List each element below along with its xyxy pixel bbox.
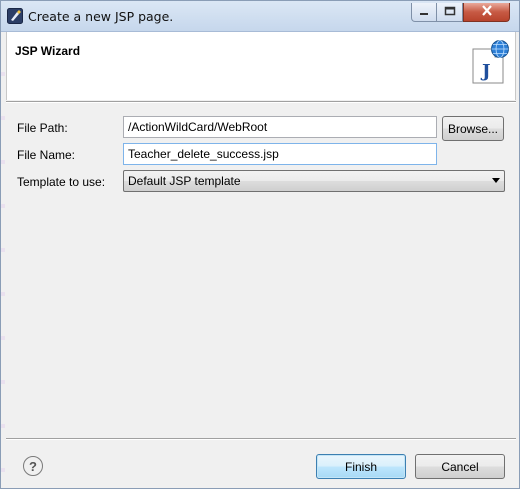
eclipse-wizard-icon <box>7 8 23 24</box>
template-selected-value: Default JSP template <box>128 174 241 188</box>
minimize-icon <box>419 5 429 19</box>
chevron-down-icon <box>492 178 500 183</box>
file-path-field[interactable]: /ActionWildCard/WebRoot <box>123 116 437 138</box>
browse-button[interactable]: Browse... <box>442 116 504 141</box>
footer-separator <box>6 438 516 440</box>
cancel-button[interactable]: Cancel <box>415 454 505 479</box>
file-name-field[interactable]: Teacher_delete_success.jsp <box>123 143 437 165</box>
minimize-button[interactable] <box>411 3 437 22</box>
window-frame-edge <box>1 32 5 487</box>
finish-button[interactable]: Finish <box>316 454 406 479</box>
file-path-label: File Path: <box>17 121 68 135</box>
close-button[interactable] <box>463 3 510 22</box>
maximize-button[interactable] <box>437 3 463 22</box>
maximize-icon <box>444 5 456 19</box>
template-label: Template to use: <box>17 175 106 189</box>
close-icon <box>481 5 493 19</box>
window-title: Create a new JSP page. <box>28 9 174 24</box>
jsp-file-icon: J <box>469 39 511 85</box>
wizard-title: JSP Wizard <box>15 44 81 58</box>
file-name-label: File Name: <box>17 148 76 162</box>
help-icon[interactable]: ? <box>23 456 43 476</box>
wizard-banner: JSP Wizard J <box>6 32 516 100</box>
template-select[interactable]: Default JSP template <box>123 170 505 192</box>
banner-separator <box>6 101 516 103</box>
title-bar[interactable]: Create a new JSP page. <box>1 1 519 32</box>
svg-text:J: J <box>480 61 491 82</box>
jsp-wizard-dialog: Create a new JSP page. JSP Wizard J File… <box>0 0 520 489</box>
